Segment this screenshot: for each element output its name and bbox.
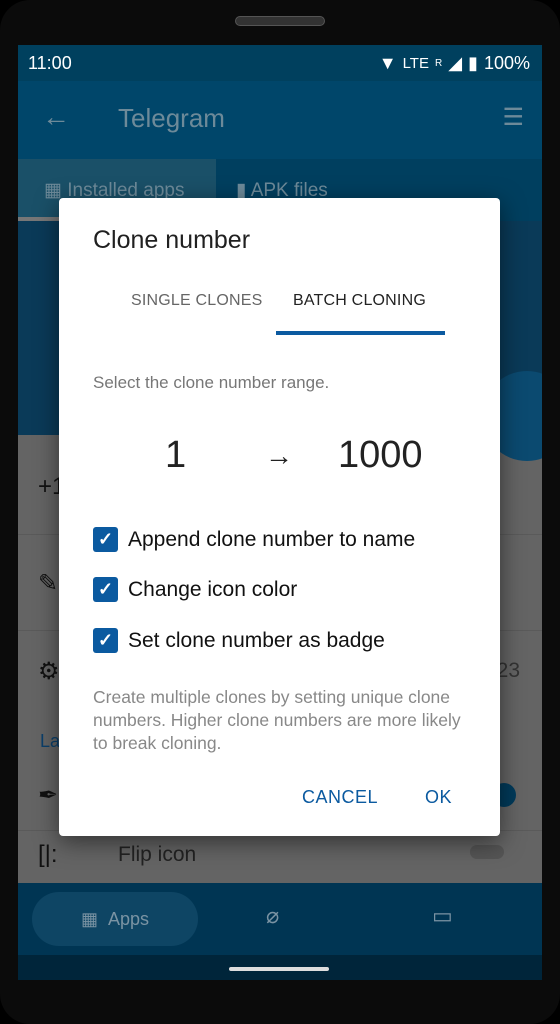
check-icon: ✓ bbox=[93, 527, 118, 552]
filter-search-icon[interactable]: ☰ bbox=[502, 103, 524, 132]
gear-icon: ⚙ bbox=[38, 658, 60, 685]
status-bar: 11:00 ▼ LTE R ◢ ▮ 100% bbox=[18, 45, 542, 81]
ok-button[interactable]: OK bbox=[425, 787, 452, 808]
range-to-input[interactable]: 1000 bbox=[338, 434, 423, 477]
card-icon[interactable]: ▭ bbox=[432, 903, 453, 929]
check-icon: ✓ bbox=[93, 577, 118, 602]
flip-icon: [|: bbox=[38, 841, 58, 868]
tab-batch-cloning[interactable]: BATCH CLONING bbox=[293, 292, 426, 310]
arrow-left-icon[interactable]: ← bbox=[42, 101, 70, 133]
speaker bbox=[235, 16, 325, 26]
network-label: LTE bbox=[402, 55, 429, 72]
signal-icon: ◢ bbox=[448, 53, 463, 73]
help-text: Create multiple clones by setting unique… bbox=[93, 687, 461, 753]
checkbox-label: Set clone number as badge bbox=[128, 628, 385, 652]
battery-level: 100% bbox=[483, 53, 530, 73]
patch-icon[interactable]: ⌀ bbox=[266, 903, 279, 929]
tab-indicator bbox=[276, 331, 445, 335]
app-bar: ← Telegram ☰ bbox=[18, 81, 542, 159]
list-item[interactable]: [|: Flip icon bbox=[18, 831, 542, 883]
pencil-icon: ✎ bbox=[38, 570, 59, 597]
section-label: La bbox=[40, 731, 61, 751]
nav-label: Apps bbox=[107, 908, 150, 929]
battery-icon: ▮ bbox=[468, 53, 478, 73]
grid-icon: ▦ bbox=[80, 908, 98, 929]
eyedropper-icon: ✒ bbox=[38, 782, 59, 809]
page-title: Telegram bbox=[118, 103, 225, 133]
check-icon: ✓ bbox=[93, 628, 118, 653]
tab-single-clones[interactable]: SINGLE CLONES bbox=[131, 292, 263, 310]
row-label: Flip icon bbox=[118, 843, 197, 866]
row-value: 23 bbox=[496, 659, 520, 682]
checkbox-label: Change icon color bbox=[128, 577, 298, 601]
clock: 11:00 bbox=[28, 53, 72, 73]
cancel-button[interactable]: CANCEL bbox=[302, 787, 378, 808]
system-nav-bar bbox=[18, 955, 542, 980]
nav-apps[interactable]: ▦ Apps bbox=[32, 892, 198, 946]
clone-number-dialog: Clone number SINGLE CLONES BATCH CLONING… bbox=[59, 198, 500, 836]
checkbox-badge[interactable]: ✓ Set clone number as badge bbox=[93, 628, 385, 653]
dialog-title: Clone number bbox=[93, 226, 251, 254]
home-handle[interactable] bbox=[229, 967, 329, 971]
bottom-nav: ▦ Apps ⌀ ▭ bbox=[18, 883, 542, 955]
toggle-switch[interactable] bbox=[470, 845, 504, 859]
arrow-right-icon: → bbox=[265, 440, 293, 471]
checkbox-change-color[interactable]: ✓ Change icon color bbox=[93, 577, 297, 602]
checkbox-label: Append clone number to name bbox=[128, 527, 416, 551]
roaming-label: R bbox=[434, 58, 443, 69]
range-prompt: Select the clone number range. bbox=[93, 373, 330, 392]
checkbox-append-number[interactable]: ✓ Append clone number to name bbox=[93, 527, 415, 552]
wifi-icon: ▼ bbox=[378, 53, 397, 73]
range-from-input[interactable]: 1 bbox=[165, 434, 186, 477]
